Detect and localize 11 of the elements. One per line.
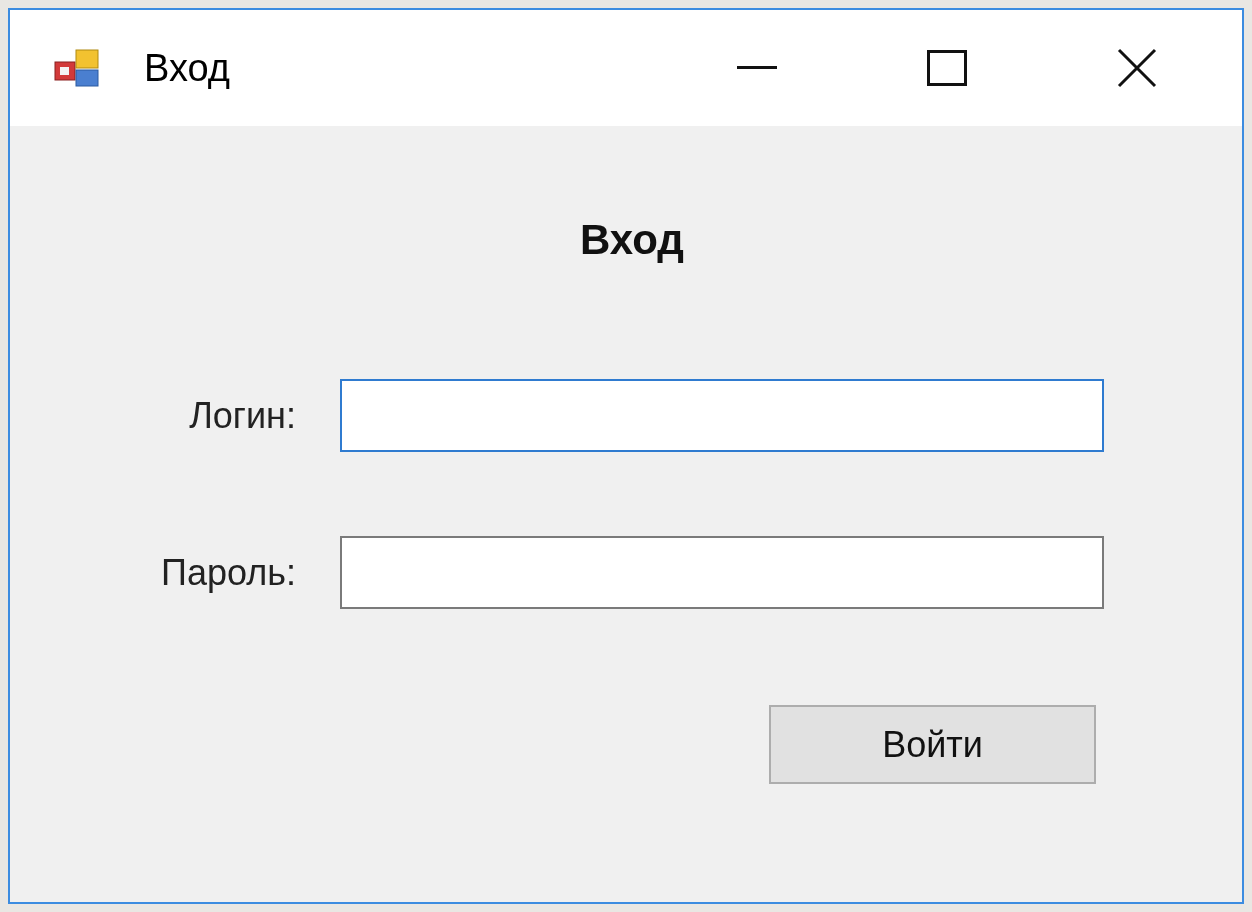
login-button[interactable]: Войти (769, 705, 1096, 784)
text-field[interactable] (340, 379, 1104, 452)
form-heading: Вход (580, 215, 684, 265)
maximize-icon (927, 50, 967, 86)
window-title: Вход (144, 45, 230, 91)
app-icon (54, 48, 100, 88)
text-field[interactable] (340, 536, 1104, 609)
close-icon (1117, 48, 1157, 88)
field-label: Пароль: (161, 550, 296, 595)
field-label: Логин: (189, 393, 296, 438)
minimize-icon (737, 66, 777, 70)
